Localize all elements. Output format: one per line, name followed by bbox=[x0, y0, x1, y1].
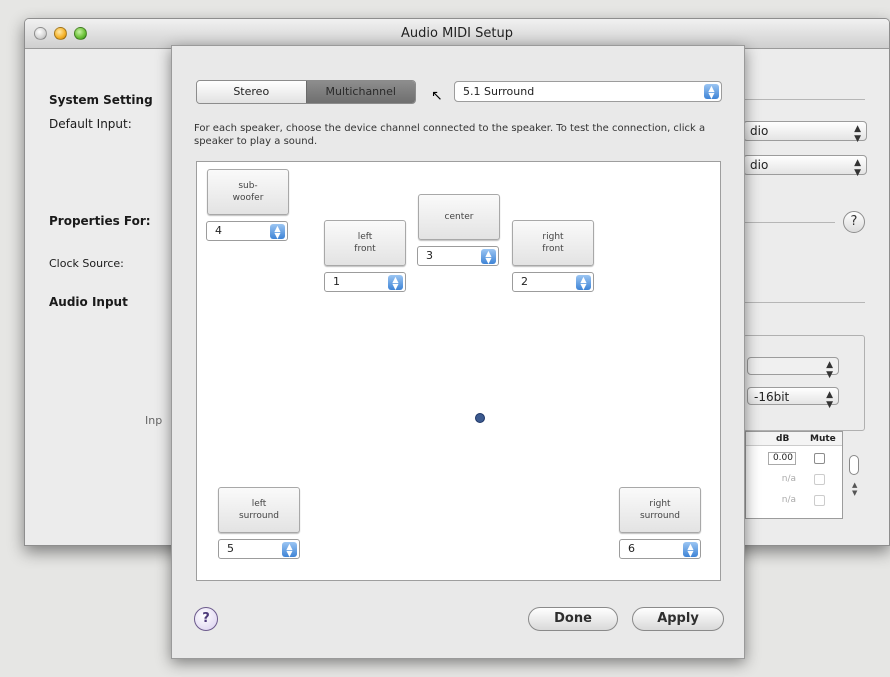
default-input-value: dio bbox=[750, 124, 769, 138]
popup-arrows-icon: ▲ ▼ bbox=[854, 158, 861, 178]
input-label: Inp bbox=[145, 414, 163, 427]
properties-for-label: Properties For: bbox=[49, 214, 151, 228]
done-button[interactable]: Done bbox=[528, 607, 618, 631]
listener-position-icon bbox=[475, 413, 485, 423]
default-input-label: Default Input: bbox=[49, 117, 132, 131]
volume-table: dB Mute 0.00 n/a n/a bbox=[745, 431, 843, 519]
volume-slider[interactable] bbox=[849, 455, 859, 475]
default-output-value: dio bbox=[750, 158, 769, 172]
popup-arrows-icon: ▲ ▼ bbox=[576, 275, 591, 291]
db-value: n/a bbox=[781, 474, 796, 484]
format-popup[interactable]: -16bit ▲ ▼ bbox=[747, 387, 839, 410]
db-value: n/a bbox=[781, 495, 796, 505]
popup-arrows-icon: ▲ ▼ bbox=[704, 84, 719, 100]
channel-popup-left-front[interactable]: 1 ▲ ▼ bbox=[324, 272, 406, 292]
popup-arrows-icon: ▲ ▼ bbox=[826, 360, 833, 380]
source-popup[interactable]: ▲ ▼ bbox=[747, 357, 839, 380]
channel-value: 2 bbox=[521, 275, 528, 288]
surround-format-popup[interactable]: 5.1 Surround ▲ ▼ bbox=[454, 81, 722, 102]
separator bbox=[745, 222, 835, 223]
mute-checkbox[interactable] bbox=[814, 453, 825, 464]
instructions-text: For each speaker, choose the device chan… bbox=[194, 123, 706, 147]
help-icon[interactable]: ? bbox=[843, 211, 865, 233]
column-header-mute: Mute bbox=[810, 434, 836, 444]
separator bbox=[745, 302, 865, 303]
channel-value: 4 bbox=[215, 224, 222, 237]
format-value: -16bit bbox=[754, 390, 790, 404]
speaker-mode-control: Stereo Multichannel bbox=[196, 80, 416, 104]
speaker-left-surround[interactable]: left surround bbox=[218, 487, 300, 533]
channel-popup-left-surround[interactable]: 5 ▲ ▼ bbox=[218, 539, 300, 559]
default-input-popup[interactable]: dio ▲ ▼ bbox=[743, 121, 867, 144]
speaker-subwoofer[interactable]: sub- woofer bbox=[207, 169, 289, 215]
window-title: Audio MIDI Setup bbox=[401, 26, 513, 41]
popup-arrows-icon: ▲ ▼ bbox=[854, 124, 861, 144]
popup-arrows-icon: ▲ ▼ bbox=[270, 224, 285, 240]
column-header-db: dB bbox=[776, 434, 790, 444]
clock-source-label: Clock Source: bbox=[49, 257, 124, 270]
format-box bbox=[743, 335, 865, 431]
channel-popup-subwoofer[interactable]: 4 ▲ ▼ bbox=[206, 221, 288, 241]
apply-button[interactable]: Apply bbox=[632, 607, 724, 631]
popup-arrows-icon: ▲ ▼ bbox=[481, 249, 496, 265]
popup-arrows-icon: ▲ ▼ bbox=[282, 542, 297, 558]
arrow-cursor-icon: ↖ bbox=[431, 88, 443, 104]
multichannel-segment[interactable]: Multichannel bbox=[305, 81, 415, 103]
speaker-layout-panel: sub- woofer 4 ▲ ▼ left front 1 ▲ ▼ center … bbox=[196, 161, 721, 581]
popup-arrows-icon: ▲ ▼ bbox=[683, 542, 698, 558]
speaker-center[interactable]: center bbox=[418, 194, 500, 240]
channel-popup-right-front[interactable]: 2 ▲ ▼ bbox=[512, 272, 594, 292]
default-output-popup[interactable]: dio ▲ ▼ bbox=[743, 155, 867, 178]
mute-checkbox bbox=[814, 495, 825, 506]
system-settings-label: System Setting bbox=[49, 93, 153, 107]
stereo-segment[interactable]: Stereo bbox=[197, 81, 306, 103]
separator bbox=[745, 99, 865, 100]
speaker-left-front[interactable]: left front bbox=[324, 220, 406, 266]
channel-popup-center[interactable]: 3 ▲ ▼ bbox=[417, 246, 499, 266]
channel-value: 5 bbox=[227, 542, 234, 555]
db-value[interactable]: 0.00 bbox=[768, 452, 796, 465]
help-icon[interactable]: ? bbox=[194, 607, 218, 631]
channel-value: 3 bbox=[426, 249, 433, 262]
channel-value: 1 bbox=[333, 275, 340, 288]
speaker-right-front[interactable]: right front bbox=[512, 220, 594, 266]
audio-input-label: Audio Input bbox=[49, 295, 128, 309]
stepper-arrows-icon: ▲ ▼ bbox=[852, 481, 858, 497]
channel-popup-right-surround[interactable]: 6 ▲ ▼ bbox=[619, 539, 701, 559]
mute-checkbox bbox=[814, 474, 825, 485]
speaker-configuration-sheet: Stereo Multichannel 5.1 Surround ▲ ▼ For … bbox=[171, 45, 745, 659]
popup-arrows-icon: ▲ ▼ bbox=[388, 275, 403, 291]
channel-value: 6 bbox=[628, 542, 635, 555]
popup-arrows-icon: ▲ ▼ bbox=[826, 390, 833, 410]
speaker-right-surround[interactable]: right surround bbox=[619, 487, 701, 533]
surround-format-value: 5.1 Surround bbox=[463, 85, 535, 98]
